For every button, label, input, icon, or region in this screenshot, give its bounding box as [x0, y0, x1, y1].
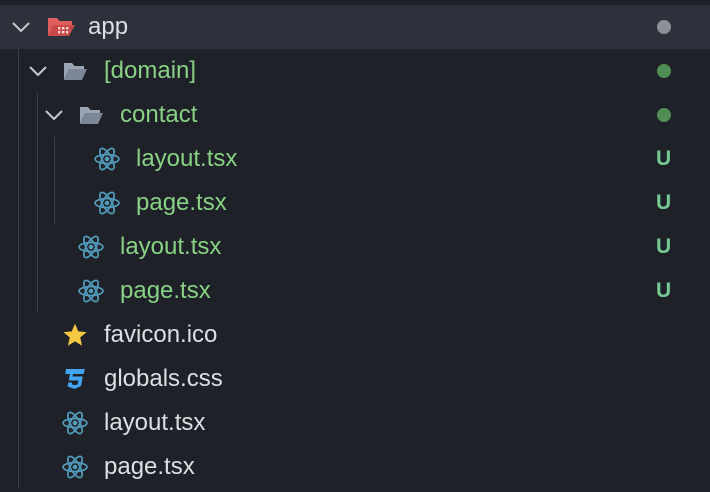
tree-item-app-page[interactable]: page.tsx: [0, 445, 710, 489]
tree-item-domain-layout[interactable]: layout.tsx U: [0, 225, 710, 269]
indent-guide: [18, 137, 19, 181]
react-icon: [62, 410, 88, 436]
indent-guide: [18, 445, 19, 489]
indent-guide: [18, 49, 19, 93]
tree-item-label: layout.tsx: [136, 145, 238, 172]
react-icon: [78, 278, 104, 304]
file-explorer-tree: app [domain] contact layout.tsx U page.t…: [0, 0, 710, 492]
tree-item-favicon[interactable]: favicon.ico: [0, 313, 710, 357]
indent-guide: [37, 93, 38, 137]
indent-guide: [18, 269, 19, 313]
indent-guide: [54, 181, 55, 225]
indent-guide: [18, 93, 19, 137]
tree-item-domain[interactable]: [domain]: [0, 49, 710, 93]
react-icon: [62, 454, 88, 480]
tree-item-label: page.tsx: [120, 277, 211, 304]
tree-item-contact[interactable]: contact: [0, 93, 710, 137]
react-icon: [78, 234, 104, 260]
indent-guide: [18, 313, 19, 357]
app-folder-open-icon: [48, 18, 75, 36]
tree-item-label: [domain]: [104, 57, 197, 84]
untracked-badge: U: [656, 279, 672, 302]
tree-item-label: page.tsx: [104, 453, 195, 480]
untracked-dot: [657, 64, 671, 78]
indent-guide: [18, 225, 19, 269]
tree-item-domain-page[interactable]: page.tsx U: [0, 269, 710, 313]
indent-guide: [37, 137, 38, 181]
tree-item-label: layout.tsx: [120, 233, 222, 260]
react-icon: [94, 146, 120, 172]
tree-item-contact-page[interactable]: page.tsx U: [0, 181, 710, 225]
untracked-badge: U: [656, 235, 672, 258]
untracked-dot: [657, 108, 671, 122]
chevron-down-icon[interactable]: [10, 16, 32, 38]
tree-item-label: page.tsx: [136, 189, 227, 216]
folder-open-icon: [78, 103, 104, 127]
indent-guide: [37, 269, 38, 313]
css3-icon: [65, 369, 85, 389]
chevron-down-icon[interactable]: [43, 104, 65, 126]
untracked-badge: U: [656, 191, 672, 214]
tree-item-contact-layout[interactable]: layout.tsx U: [0, 137, 710, 181]
indent-guide: [37, 181, 38, 225]
indent-guide: [18, 181, 19, 225]
tree-item-label: contact: [120, 101, 198, 128]
chevron-down-icon[interactable]: [27, 60, 49, 82]
indent-guide: [54, 137, 55, 181]
tree-item-label: favicon.ico: [104, 321, 218, 348]
tree-item-label: app: [88, 13, 129, 40]
modified-dot: [657, 20, 671, 34]
tree-item-globals[interactable]: globals.css: [0, 357, 710, 401]
tree-item-label: globals.css: [104, 365, 223, 392]
indent-guide: [18, 357, 19, 401]
tree-item-app[interactable]: app: [0, 5, 710, 49]
untracked-badge: U: [656, 147, 672, 170]
indent-guide: [37, 225, 38, 269]
indent-guide: [18, 401, 19, 445]
tree-item-app-layout[interactable]: layout.tsx: [0, 401, 710, 445]
tree-item-label: layout.tsx: [104, 409, 206, 436]
folder-open-icon: [62, 59, 88, 83]
star-icon: [63, 323, 87, 346]
react-icon: [94, 190, 120, 216]
